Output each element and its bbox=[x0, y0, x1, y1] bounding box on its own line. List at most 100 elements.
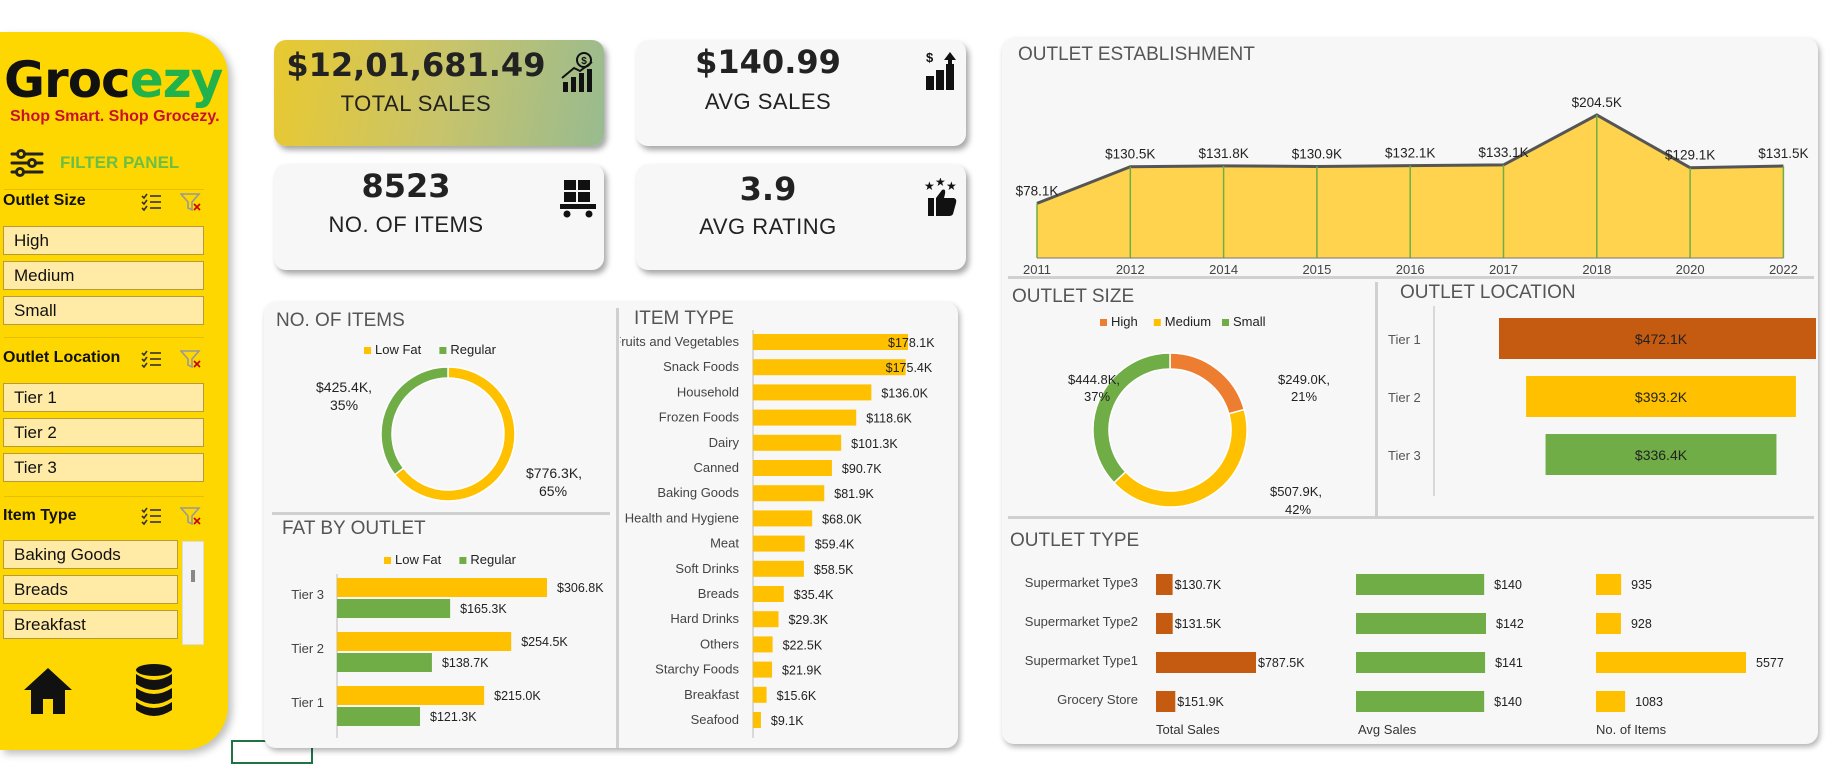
boxes-cart-icon bbox=[560, 180, 596, 218]
clear-filter-icon[interactable] bbox=[180, 349, 202, 369]
x-tick-label: 2018 bbox=[1582, 262, 1611, 274]
bar-low-fat bbox=[337, 578, 547, 597]
category-label: Tier 1 bbox=[291, 695, 324, 710]
data-label: $118.6K bbox=[866, 412, 912, 426]
category-label: Meat bbox=[710, 536, 739, 551]
slicer-item-high[interactable]: High bbox=[3, 226, 204, 255]
data-label: $393.2K bbox=[1635, 389, 1688, 405]
bar-item-type bbox=[753, 485, 825, 502]
slicer-item-breakfast[interactable]: Breakfast bbox=[3, 610, 178, 639]
data-label: $131.5K bbox=[1175, 617, 1222, 631]
legend-item-swatch bbox=[364, 347, 371, 354]
svg-text:★: ★ bbox=[935, 178, 946, 189]
kpi-value: 8523 bbox=[361, 167, 451, 205]
data-label: $472.1K bbox=[1635, 331, 1688, 347]
legend-item-swatch bbox=[1153, 319, 1161, 326]
category-label: Snack Foods bbox=[663, 359, 739, 374]
data-label: 35% bbox=[330, 397, 358, 413]
chart-title-outlet-location: OUTLET LOCATION bbox=[1400, 282, 1576, 303]
outlet-type-bar-chart: Supermarket Type3 $130.7K $140 935 Supermark… bbox=[1025, 574, 1784, 737]
category-label: Tier 2 bbox=[1388, 390, 1421, 405]
divider bbox=[1008, 276, 1814, 279]
bar-regular bbox=[337, 707, 421, 726]
slicer-title-outlet-location: Outlet Location bbox=[3, 349, 121, 366]
bar-no-of-items bbox=[1596, 574, 1622, 595]
slicer-item-breads[interactable]: Breads bbox=[3, 575, 178, 604]
kpi-label: NO. OF ITEMS bbox=[328, 212, 484, 237]
data-label: $121.3K bbox=[430, 710, 477, 724]
bar-item-type bbox=[753, 636, 773, 653]
data-label: $204.5K bbox=[1572, 95, 1622, 110]
data-label: $130.5K bbox=[1105, 147, 1155, 162]
multi-select-icon[interactable] bbox=[140, 349, 162, 369]
multi-select-icon[interactable] bbox=[140, 506, 162, 526]
scrollbar-thumb[interactable] bbox=[191, 570, 195, 582]
slicer-scrollbar[interactable] bbox=[182, 541, 204, 645]
slicer-item-tier-3[interactable]: Tier 3 bbox=[3, 453, 204, 482]
data-label: $215.0K bbox=[494, 689, 541, 703]
x-tick-label: 2016 bbox=[1396, 262, 1425, 274]
clear-filter-icon[interactable] bbox=[180, 506, 202, 526]
category-label: Supermarket Type3 bbox=[1025, 575, 1138, 590]
chart-title-no-of-items: NO. OF ITEMS bbox=[276, 310, 405, 331]
bar-low-fat bbox=[337, 632, 512, 651]
x-tick-label: 2012 bbox=[1116, 262, 1145, 274]
bar-avg-sales bbox=[1356, 691, 1485, 712]
bar-item-type bbox=[753, 686, 767, 703]
category-label: Supermarket Type2 bbox=[1025, 614, 1138, 629]
bar-total-sales bbox=[1156, 613, 1173, 634]
bar-no-of-items bbox=[1596, 613, 1621, 634]
home-icon[interactable] bbox=[20, 664, 76, 716]
data-label: $81.9K bbox=[834, 487, 874, 501]
category-label: Tier 2 bbox=[291, 641, 324, 656]
data-label: 928 bbox=[1631, 617, 1652, 631]
divider bbox=[1008, 516, 1814, 519]
items-panel: NO. OF ITEMS Low Fat Regular $776.3K, 65% $4… bbox=[264, 302, 958, 748]
bar-total-sales bbox=[1156, 691, 1176, 712]
slicer-item-baking-goods[interactable]: Baking Goods bbox=[3, 540, 178, 569]
data-label: $336.4K bbox=[1635, 447, 1688, 463]
data-label: 65% bbox=[539, 483, 567, 499]
data-label: $175.4K bbox=[886, 361, 933, 375]
data-label: $133.1K bbox=[1478, 145, 1528, 160]
data-label: $90.7K bbox=[842, 462, 882, 476]
data-label: 5577 bbox=[1756, 656, 1784, 670]
slicer-item-tier-2[interactable]: Tier 2 bbox=[3, 418, 204, 447]
bar-chart-up-icon: $ bbox=[926, 50, 956, 90]
data-label: $68.0K bbox=[822, 512, 862, 526]
data-label: $140 bbox=[1494, 695, 1522, 709]
brand-tagline: Shop Smart. Shop Grocezy. bbox=[10, 108, 220, 125]
kpi-label: AVG SALES bbox=[704, 89, 832, 114]
clear-filter-icon[interactable] bbox=[180, 192, 202, 212]
data-label: $21.9K bbox=[782, 664, 822, 678]
fat-by-outlet-bar-chart: Low Fat Regular Tier 3 $306.8K $165.3K Tier 2… bbox=[291, 552, 604, 738]
chart-title-outlet-type: OUTLET TYPE bbox=[1010, 530, 1140, 551]
bar-item-type bbox=[753, 409, 857, 426]
category-label: Tier 3 bbox=[291, 587, 324, 602]
slicer-item-medium[interactable]: Medium bbox=[3, 261, 204, 290]
data-label: 21% bbox=[1291, 389, 1317, 404]
data-label: $9.1K bbox=[771, 714, 804, 728]
filter-sliders-icon[interactable] bbox=[10, 148, 44, 178]
item-type-bar-chart: Fruits and Vegetables $178.1K Snack Foods $… bbox=[620, 330, 935, 738]
slicer-item-tier-1[interactable]: Tier 1 bbox=[3, 383, 204, 412]
data-label: $78.1K bbox=[1016, 183, 1059, 198]
bar-regular bbox=[337, 599, 451, 618]
bar-item-type bbox=[753, 434, 842, 451]
chart-title-outlet-size: OUTLET SIZE bbox=[1012, 286, 1135, 307]
category-label: Health and Hygiene bbox=[625, 510, 739, 525]
legend-item-swatch bbox=[1100, 319, 1107, 326]
data-label: 42% bbox=[1285, 502, 1311, 516]
multi-select-icon[interactable] bbox=[140, 192, 162, 212]
data-label: $136.0K bbox=[881, 386, 928, 400]
data-label: 935 bbox=[1631, 578, 1652, 592]
slicer-item-small[interactable]: Small bbox=[3, 296, 204, 325]
no-of-items-donut-chart: Low Fat Regular $776.3K, 65% $425.4K, 35% bbox=[316, 342, 582, 502]
data-label: 37% bbox=[1084, 389, 1110, 404]
data-label: $132.1K bbox=[1385, 146, 1435, 161]
data-label: $131.5K bbox=[1758, 146, 1808, 161]
svg-text:$: $ bbox=[926, 50, 934, 65]
divider bbox=[616, 308, 619, 748]
database-icon[interactable] bbox=[134, 662, 174, 718]
kpi-card-total-sales: $12,01,681.49 TOTAL SALES $ bbox=[274, 40, 604, 146]
